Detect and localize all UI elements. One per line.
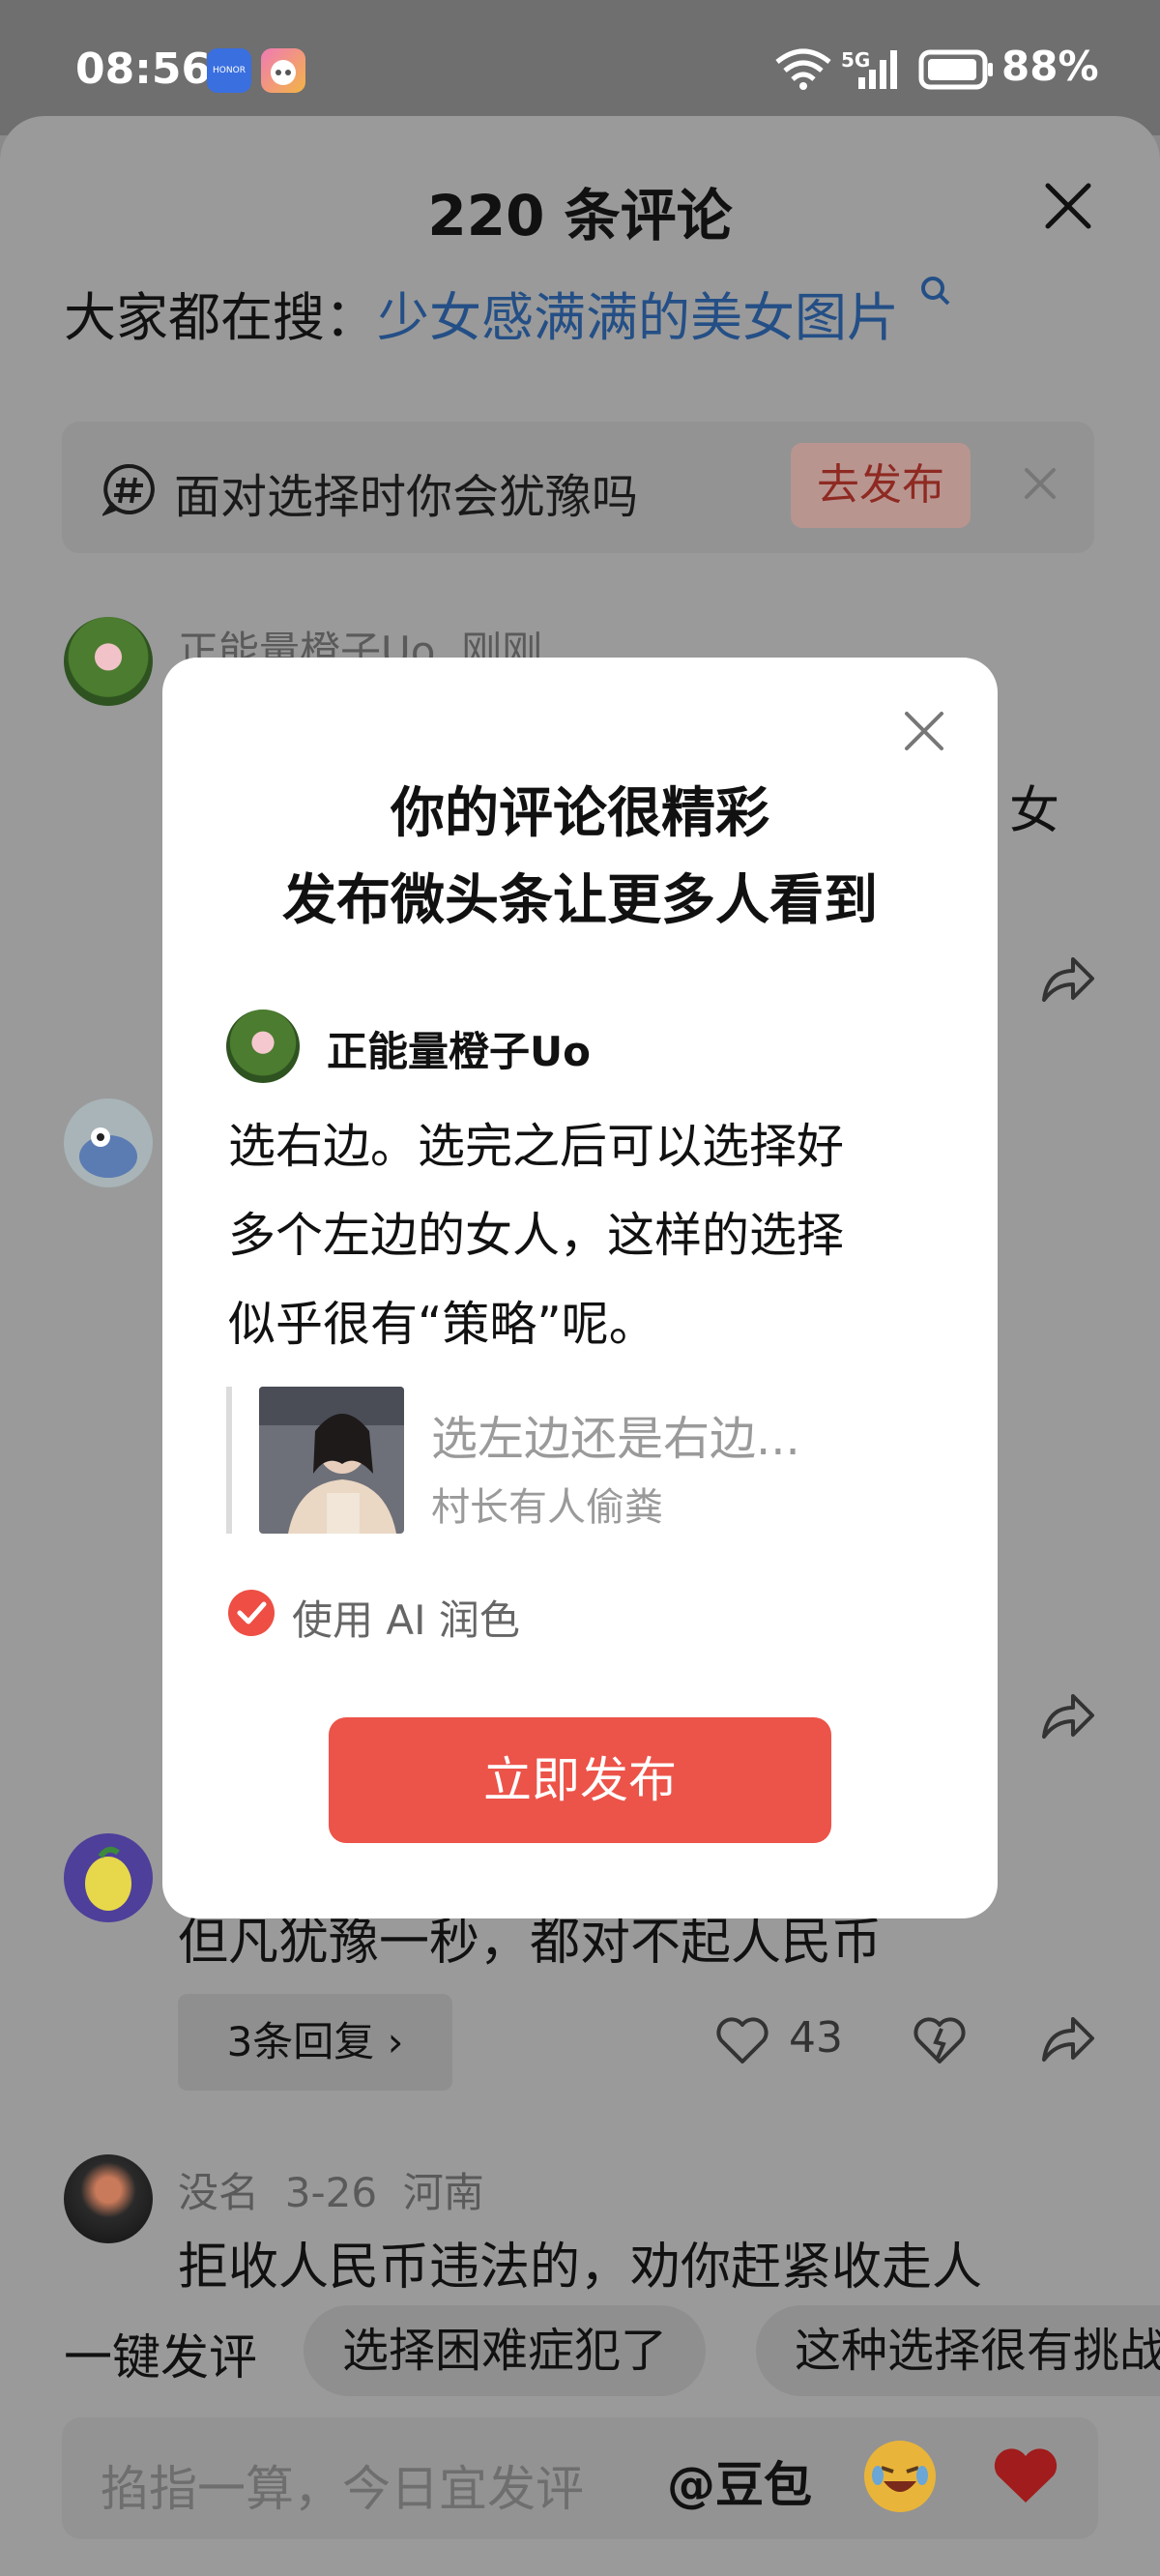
avatar [226,1010,300,1083]
quick-comment-chip[interactable]: 这种选择很有挑战 [756,2305,1160,2396]
dialog-comment-line: 似乎很有“策略”呢。 [228,1297,656,1352]
comment-input-placeholder: 掐指一算，今日宜发评 [101,2461,584,2517]
status-time: 08:56 [75,44,212,94]
quick-comment-chip[interactable]: 选择困难症犯了 [304,2305,707,2396]
view-replies-button[interactable]: 3条回复 › [178,1994,452,2091]
dialog-username: 正能量橙子Uo [327,1028,591,1075]
trending-label: 大家都在搜： [64,287,377,348]
battery-icon [918,49,993,90]
search-icon [921,277,950,306]
avatar[interactable] [64,1833,153,1922]
avatar[interactable] [64,2154,153,2243]
heart-emoji-icon[interactable] [992,2446,1059,2506]
like-count: 43 [789,2013,843,2063]
dialog-close-icon[interactable] [903,710,945,752]
mention-doubao-button[interactable]: @豆包 [667,2446,812,2516]
wifi-icon [775,48,831,90]
honor-app-icon: HONOR [207,48,251,93]
dialog-comment-text: 选右边。选完之后可以选择好 多个左边的女人，这样的选择 似乎很有“策略”呢。 [228,1102,943,1369]
comment-text: 拒收人民币违法的，劝你赶紧收走人 [178,2239,983,2297]
ai-polish-label[interactable]: 使用 AI 润色 [292,1588,520,1647]
quoted-post-title: 选左边还是右边... [431,1412,800,1466]
comment-date: 3-26 [284,2169,378,2216]
avatar[interactable] [64,617,153,706]
share-icon[interactable] [1040,2013,1096,2065]
comment-location: 河南 [402,2169,484,2216]
dislike-icon[interactable] [913,2015,967,2065]
trending-query[interactable]: 少女感满满的美女图片 [377,287,899,348]
check-icon [237,1601,267,1625]
dialog-title-line1: 你的评论很精彩 [391,782,769,845]
publish-now-button[interactable]: 立即发布 [329,1717,831,1843]
hashtag-icon [102,463,155,516]
topic-close-icon[interactable] [1021,464,1059,503]
go-publish-button[interactable]: 去发布 [791,443,971,528]
like-icon[interactable] [715,2015,769,2065]
close-icon[interactable] [1042,180,1094,232]
avatar[interactable] [64,1098,153,1187]
share-icon[interactable] [1040,1690,1096,1742]
share-icon[interactable] [1040,953,1096,1006]
ai-polish-checkbox[interactable] [228,1590,275,1636]
quoted-post-thumbnail [259,1387,404,1534]
quote-bar [226,1387,232,1534]
quick-comment-label: 一键发评 [64,2329,257,2386]
battery-percent: 88% [1001,43,1099,90]
quoted-post-author: 村长有人偷粪 [431,1485,663,1530]
signal-icon [858,50,897,89]
comment-user[interactable]: 没名 [178,2169,259,2216]
dialog-comment-line: 多个左边的女人，这样的选择 [228,1208,845,1263]
assistant-app-icon [261,48,305,93]
comment-meta: 没名 3-26 河南 [178,2160,484,2219]
trending-search[interactable]: 大家都在搜：少女感满满的美女图片 [64,275,954,351]
topic-text: 面对选择时你会犹豫吗 [174,470,639,524]
dialog-comment-line: 选右边。选完之后可以选择好 [228,1119,845,1174]
dialog-title-line2: 发布微头条让更多人看到 [282,869,878,932]
comment-text: 女 [1009,782,1060,840]
comment-count-title: 220 条评论 [427,183,733,249]
laughing-emoji-icon[interactable] [864,2441,936,2512]
honor-app-icon-text: HONOR [213,66,246,75]
